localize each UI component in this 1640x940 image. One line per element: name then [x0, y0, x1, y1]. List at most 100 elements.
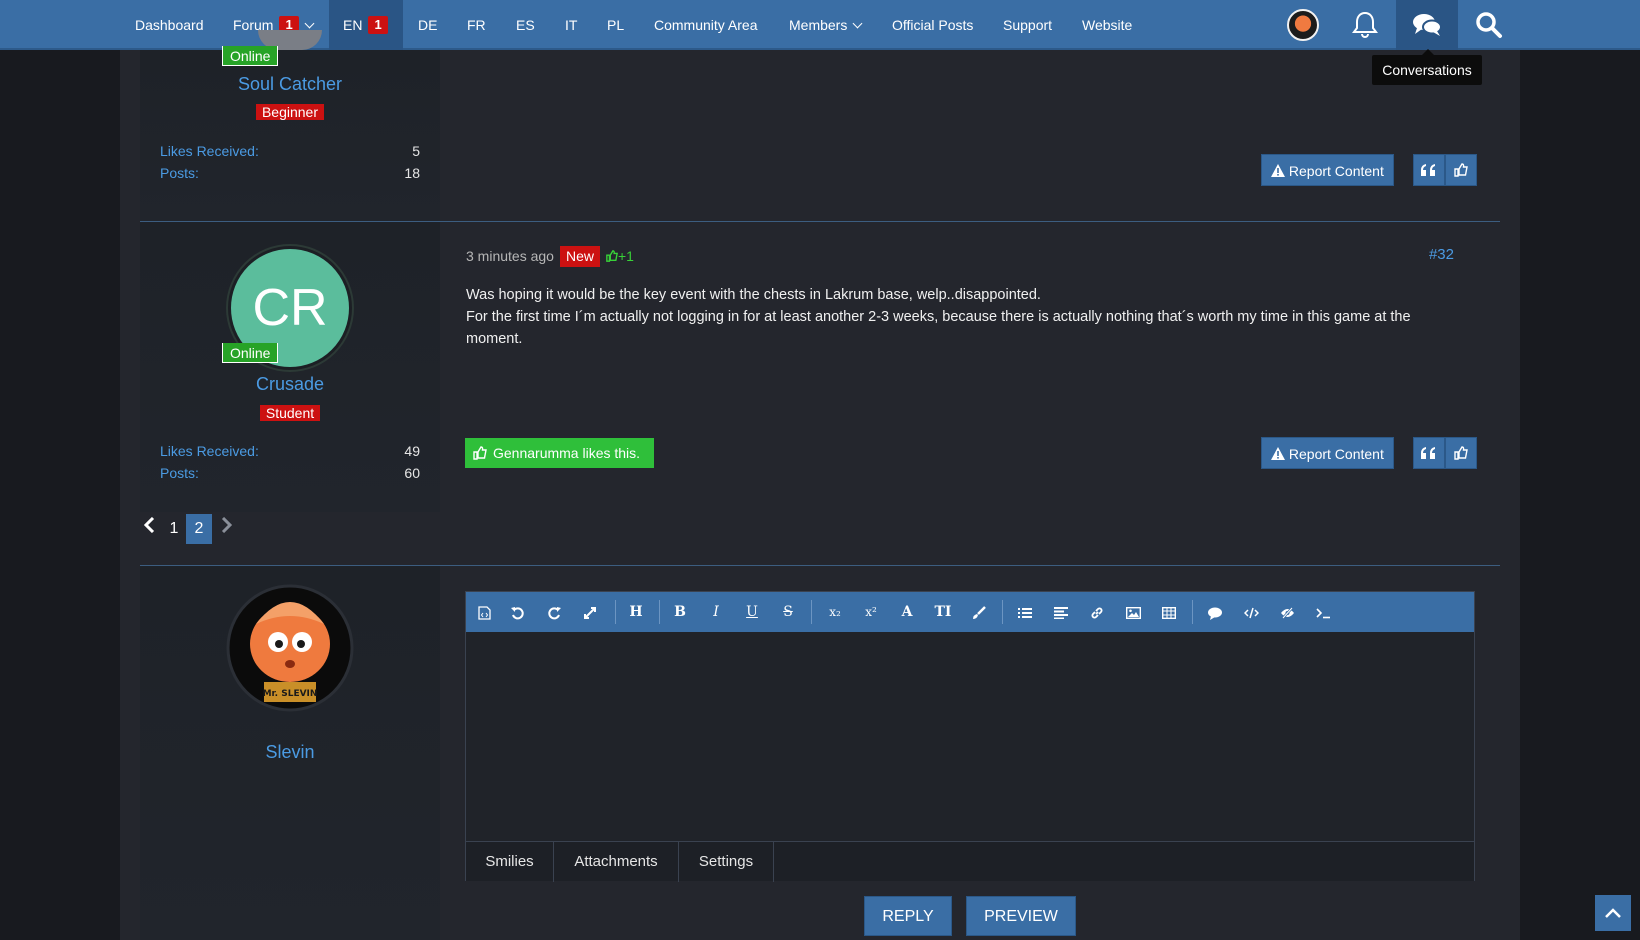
conversations-button[interactable] [1396, 0, 1458, 50]
superscript-button[interactable]: x² [859, 600, 883, 624]
notifications-button[interactable] [1334, 0, 1396, 50]
post-content: Was hoping it would be the key event wit… [466, 284, 1456, 350]
nav-official-label: Official Posts [892, 17, 974, 33]
nav-lang-it[interactable]: IT [565, 0, 577, 50]
bold-button[interactable]: B [668, 600, 692, 624]
toolbar-separator [1192, 600, 1193, 624]
like-button[interactable] [1445, 154, 1477, 186]
post-text-line: For the first time I´m actually not logg… [466, 309, 1411, 347]
undo-button[interactable] [506, 600, 530, 624]
font-size-icon: TI [934, 604, 952, 620]
link-icon [1091, 607, 1103, 619]
report-content-button[interactable]: Report Content [1261, 154, 1394, 186]
scroll-to-top-button[interactable] [1595, 895, 1631, 931]
nav-lang-pl[interactable]: PL [607, 0, 624, 50]
reply-button[interactable]: REPLY [864, 896, 952, 936]
subscript-icon: x₂ [829, 605, 841, 619]
nav-members[interactable]: Members [789, 0, 863, 50]
nav-official-posts[interactable]: Official Posts [892, 0, 973, 50]
nav-lang-de[interactable]: DE [418, 0, 437, 50]
nav-lang-de-label: DE [418, 17, 438, 33]
source-button[interactable] [472, 600, 496, 624]
font-size-button[interactable]: TI [931, 600, 955, 624]
strikethrough-button[interactable]: S [776, 600, 800, 624]
link-button[interactable] [1085, 600, 1109, 624]
nav-lang-fr[interactable]: FR [467, 0, 486, 50]
quote-button[interactable] [1413, 437, 1445, 469]
italic-button[interactable]: I [704, 600, 728, 624]
user-avatar[interactable]: Mr. SLEVIN [226, 584, 354, 712]
image-button[interactable] [1121, 600, 1145, 624]
search-button[interactable] [1458, 0, 1520, 50]
reply-editor: H B I U S x₂ x² A TI Smilies Attachments… [465, 591, 1475, 882]
online-badge: Online [222, 46, 279, 66]
nav-support[interactable]: Support [1003, 0, 1052, 50]
nav-website[interactable]: Website [1082, 0, 1132, 50]
nav-support-label: Support [1003, 17, 1053, 33]
redo-button[interactable] [542, 600, 566, 624]
pagination-next[interactable] [216, 514, 236, 544]
list-button[interactable] [1013, 600, 1037, 624]
editor-content-area[interactable] [466, 632, 1474, 841]
tab-smilies[interactable]: Smilies [466, 842, 554, 882]
tab-settings[interactable]: Settings [679, 842, 774, 882]
font-color-button[interactable] [967, 600, 991, 624]
posts-count-label: Posts: [160, 165, 199, 181]
thread-page: Online Soul Catcher Beginner Likes Recei… [120, 30, 1520, 940]
post-time[interactable]: 3 minutes ago [466, 248, 554, 264]
username-link[interactable]: Soul Catcher [140, 74, 440, 95]
pagination-page-1[interactable]: 1 [166, 514, 182, 544]
thumbs-up-icon [1454, 446, 1468, 460]
fullscreen-button[interactable] [578, 600, 602, 624]
chevron-left-icon [143, 516, 155, 534]
spoiler-button[interactable] [1275, 600, 1299, 624]
subscript-button[interactable]: x₂ [823, 600, 847, 624]
heading-icon: H [629, 604, 643, 620]
nav-lang-fr-label: FR [467, 17, 486, 33]
pagination-previous[interactable] [140, 514, 160, 544]
posts-count-value: 60 [404, 465, 420, 481]
likes-summary[interactable]: Gennarumma likes this. [465, 438, 655, 468]
nav-dashboard[interactable]: Dashboard [135, 0, 204, 50]
user-rank-badge: Student [259, 405, 321, 421]
inline-code-button[interactable] [1311, 600, 1335, 624]
font-button[interactable]: A [895, 600, 919, 624]
underline-button[interactable]: U [740, 600, 764, 624]
username-link[interactable]: Slevin [140, 742, 440, 763]
pagination-page-2[interactable]: 2 [186, 514, 212, 544]
user-menu-button[interactable] [1272, 0, 1334, 50]
paint-brush-icon [973, 606, 986, 620]
search-icon [1476, 12, 1502, 38]
align-left-icon [1054, 607, 1068, 620]
italic-icon: I [713, 604, 719, 620]
align-button[interactable] [1049, 600, 1073, 624]
heading-button[interactable]: H [624, 600, 648, 624]
rank-container: Student [140, 402, 440, 424]
user-rank-badge: Beginner [255, 104, 325, 120]
nav-community-area[interactable]: Community Area [654, 0, 757, 50]
post-number-link[interactable]: #32 [1429, 246, 1454, 263]
like-button[interactable] [1445, 437, 1477, 469]
toolbar-separator [811, 600, 812, 624]
user-avatar [1287, 9, 1319, 41]
post-like-count[interactable]: +1 [606, 248, 634, 264]
eye-slash-icon [1280, 607, 1294, 620]
quote-insert-button[interactable] [1203, 600, 1227, 624]
strikethrough-icon: S [783, 604, 793, 620]
nav-lang-es[interactable]: ES [516, 0, 535, 50]
table-button[interactable] [1157, 600, 1181, 624]
tab-attachments[interactable]: Attachments [554, 842, 679, 882]
report-content-button[interactable]: Report Content [1261, 437, 1394, 469]
editor-toolbar: H B I U S x₂ x² A TI [466, 592, 1474, 632]
font-family-icon: A [901, 604, 913, 620]
likes-received-value: 5 [412, 143, 420, 159]
preview-button[interactable]: PREVIEW [966, 896, 1076, 936]
quote-button[interactable] [1413, 154, 1445, 186]
code-button[interactable] [1239, 600, 1263, 624]
avatar-caption: Mr. SLEVIN [263, 689, 318, 699]
new-badge: New [559, 246, 600, 267]
username-link[interactable]: Crusade [140, 374, 440, 395]
nav-lang-en[interactable]: EN 1 [329, 0, 403, 50]
post-author-sidebar: CR Online Crusade Student Likes Received… [140, 222, 440, 512]
code-icon [1243, 608, 1259, 619]
